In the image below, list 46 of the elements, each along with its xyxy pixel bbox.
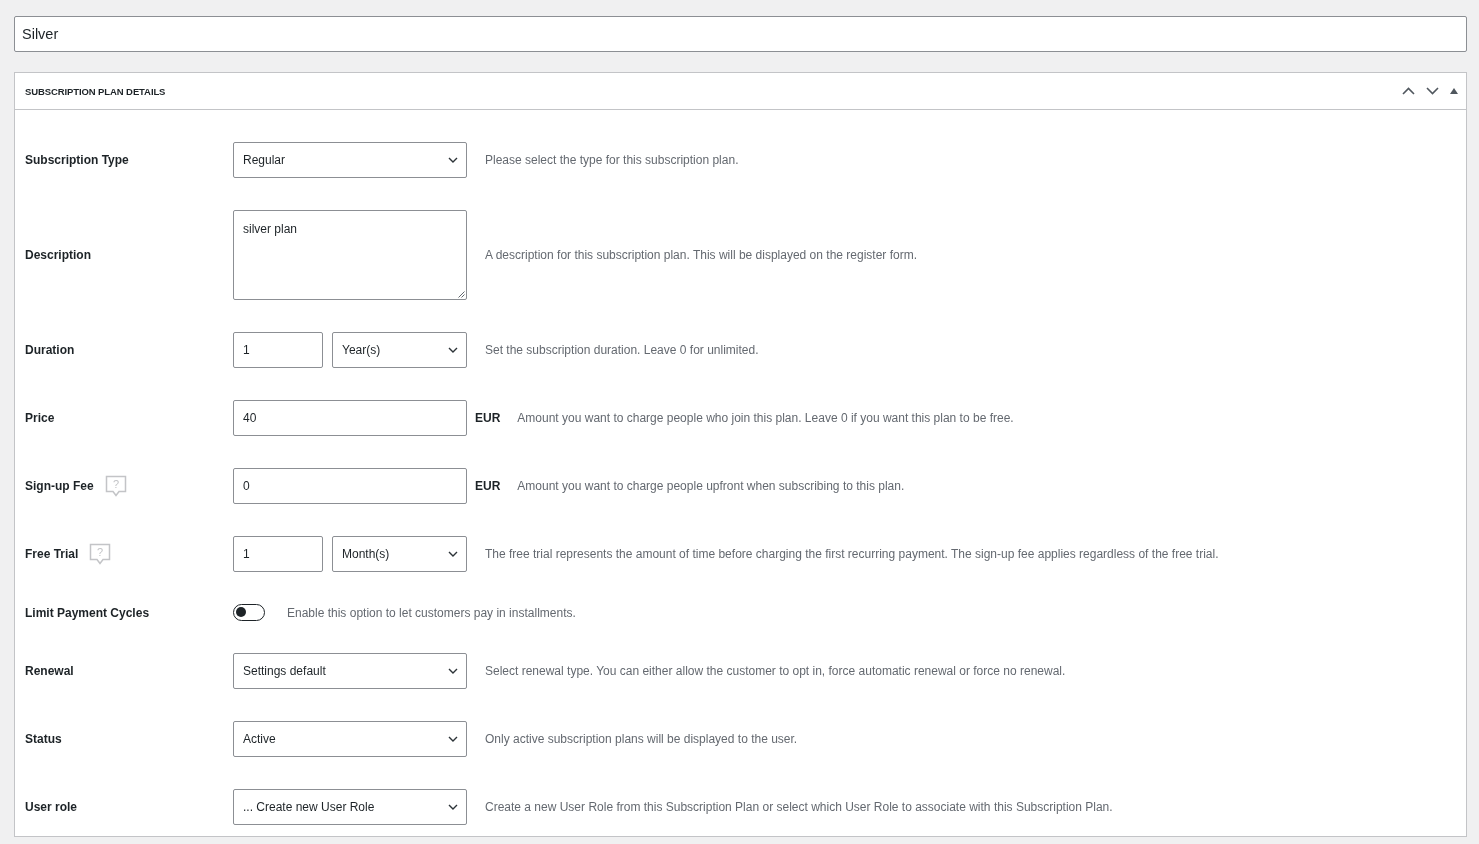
chevron-down-icon — [448, 668, 458, 674]
currency-label: EUR — [475, 411, 501, 425]
field-label: User role — [25, 800, 78, 814]
number-input[interactable]: 1 — [233, 332, 323, 368]
field-description: Set the subscription duration. Leave 0 for unlimited. — [485, 343, 759, 357]
chevron-down-icon[interactable] — [1426, 87, 1439, 95]
title-input[interactable]: Silver — [14, 16, 1467, 52]
select-dropdown[interactable]: Active — [233, 721, 467, 757]
field-label: Subscription Type — [25, 153, 129, 167]
field-description: Enable this option to let customers pay in installments. — [287, 605, 576, 620]
amount-input[interactable]: 0 — [233, 468, 467, 504]
field-label: Price — [25, 411, 55, 425]
chevron-up-icon[interactable] — [1402, 87, 1415, 95]
resize-handle-icon[interactable] — [458, 291, 465, 298]
field-description: Amount you want to charge people upfront when subscribing to this plan. — [517, 479, 905, 493]
toggle-switch[interactable] — [233, 604, 265, 621]
field-description: Only active subscription plans will be displayed to the user. — [485, 732, 798, 746]
field-description: The free trial represents the amount of time before charging the first recurring payment. The sign-up fee applies regardless of the free trial. — [485, 547, 1219, 561]
field-description: Create a new User Role from this Subscription Plan or select which User Role to associate with this Subscription Plan. — [485, 800, 1113, 814]
select-dropdown[interactable]: Regular — [233, 142, 467, 178]
field-description: Amount you want to charge people who join this plan. Leave 0 if you want this plan to be free. — [517, 411, 1014, 425]
chevron-down-icon — [448, 347, 458, 353]
unit-dropdown[interactable]: Month(s) — [332, 536, 467, 572]
chevron-down-icon — [448, 736, 458, 742]
collapse-triangle-icon[interactable] — [1450, 88, 1458, 94]
field-label: Limit Payment Cycles — [25, 605, 150, 620]
currency-label: EUR — [475, 479, 501, 493]
chevron-down-icon — [448, 804, 458, 810]
panel-title: SUBSCRIPTION PLAN DETAILS — [25, 85, 166, 97]
field-label: Free Trial — [25, 547, 79, 561]
number-input[interactable]: 1 — [233, 536, 323, 572]
field-label: Status — [25, 732, 62, 746]
unit-dropdown[interactable]: Year(s) — [332, 332, 467, 368]
select-dropdown[interactable]: ... Create new User Role — [233, 789, 467, 825]
description-textarea[interactable]: silver plan — [233, 210, 467, 300]
chevron-down-icon — [448, 157, 458, 163]
field-description: A description for this subscription plan. This will be displayed on the register form. — [485, 248, 917, 262]
field-label: Renewal — [25, 664, 74, 678]
field-label: Duration — [25, 343, 75, 357]
field-description: Please select the type for this subscription plan. — [485, 153, 739, 167]
field-description: Select renewal type. You can either allow the customer to opt in, force automatic renewal or force no renewal. — [485, 664, 1066, 678]
field-label: Sign-up Fee — [25, 479, 94, 493]
select-dropdown[interactable]: Settings default — [233, 653, 467, 689]
chevron-down-icon — [448, 551, 458, 557]
amount-input[interactable]: 40 — [233, 400, 467, 436]
field-label: Description — [25, 248, 91, 262]
